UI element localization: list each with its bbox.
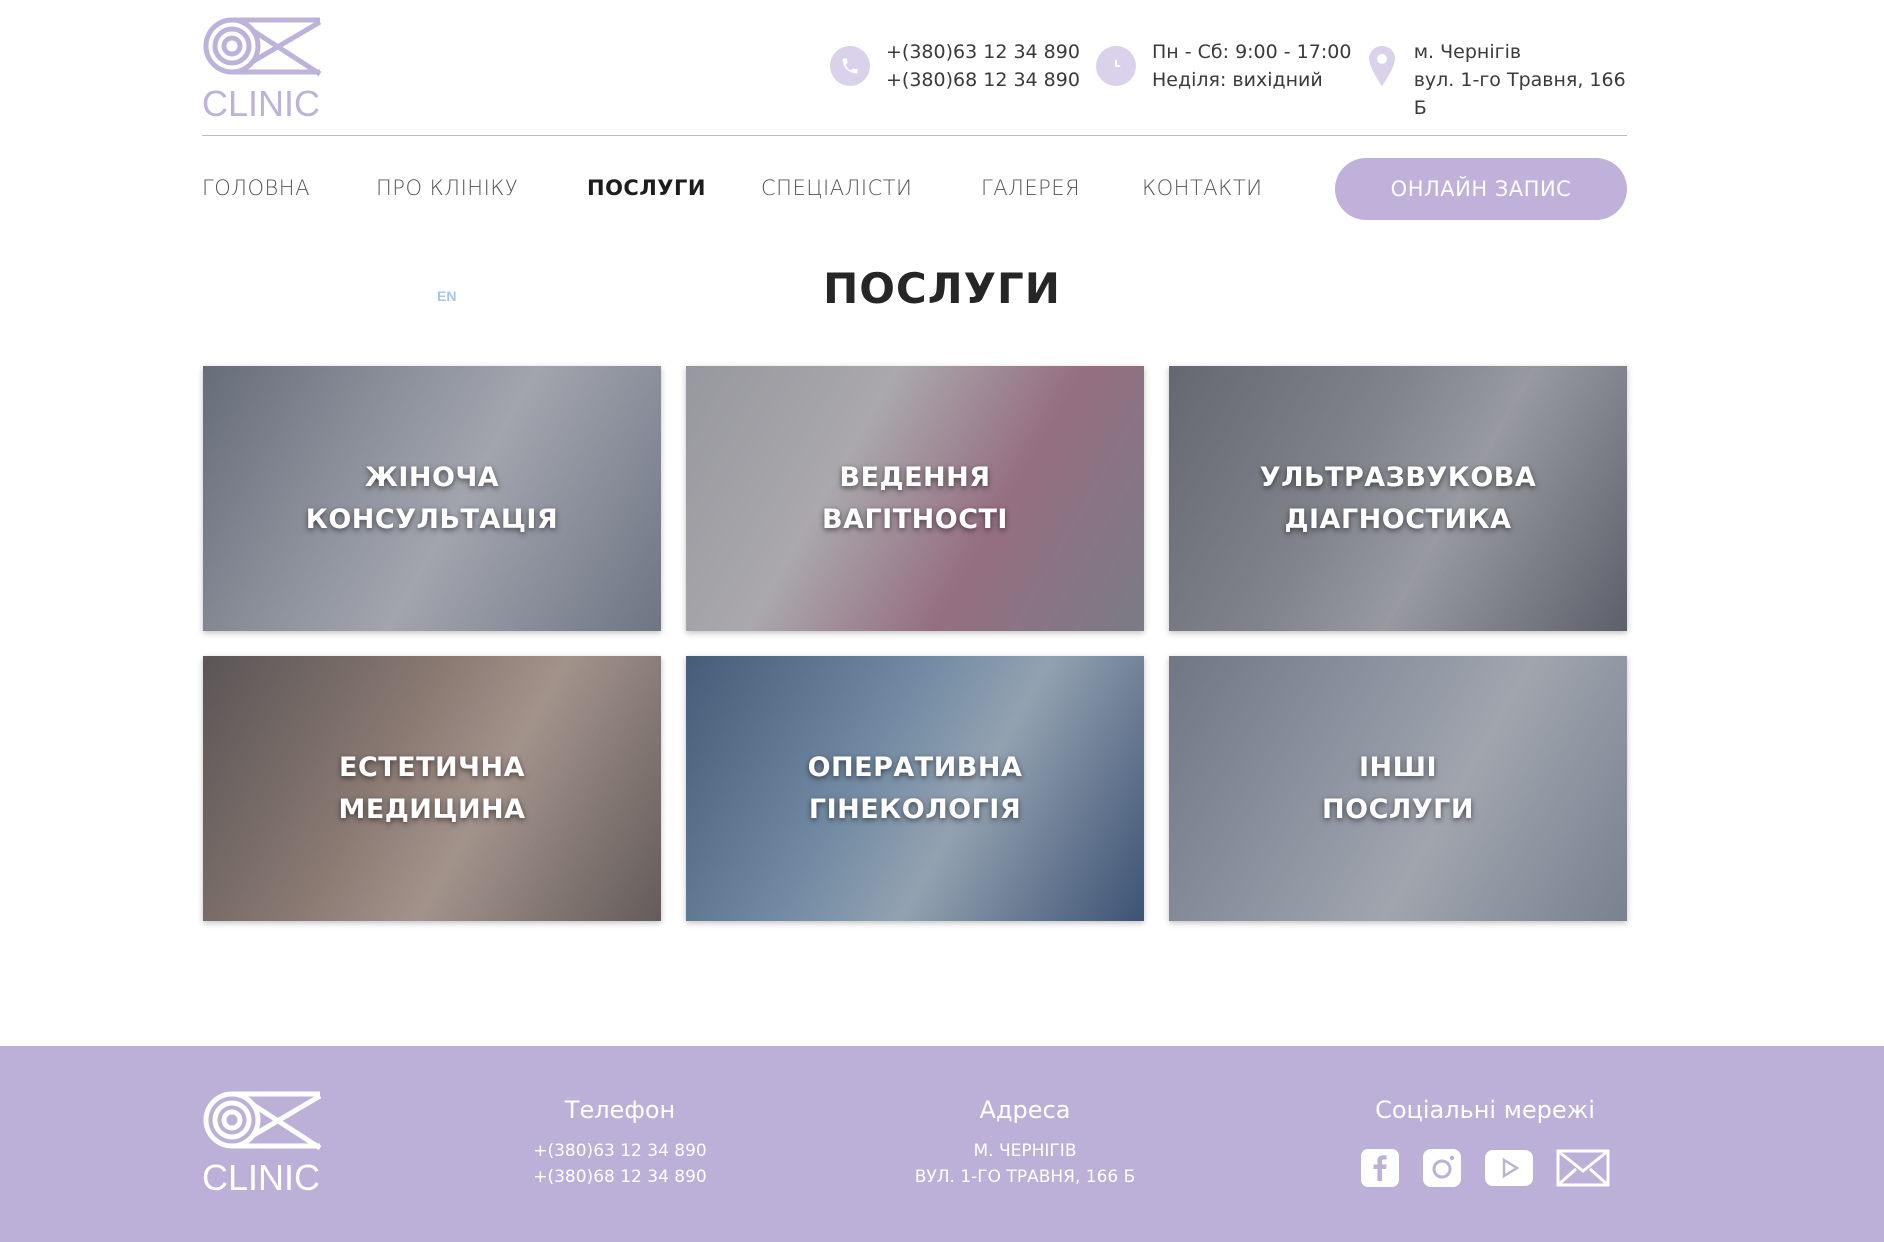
footer-address-heading: Адреса	[979, 1096, 1071, 1124]
footer-phone-2[interactable]: +(380)68 12 34 890	[520, 1164, 720, 1190]
header-city: м. Чернігів	[1413, 41, 1522, 63]
service-card-pregnancy[interactable]: ВЕДЕННЯ ВАГІТНОСТІ	[686, 366, 1144, 631]
footer-address: Адреса м. Чернігів вул. 1-го Травня, 166…	[900, 1096, 1150, 1190]
nav-item-home[interactable]: ГОЛОВНА	[202, 176, 310, 200]
header-phone-1[interactable]: +(380)63 12 34 890	[886, 38, 1080, 66]
footer-phone-heading: Телефон	[564, 1096, 676, 1124]
header-hours: Пн - Сб: 9:00 - 17:00 Неділя: вихідний	[1096, 38, 1351, 94]
service-label: ІНШІ ПОСЛУГИ	[1322, 751, 1474, 825]
footer-city: м. Чернігів	[973, 1141, 1077, 1161]
logo-text: CLINIC	[202, 83, 320, 122]
service-label: ВЕДЕННЯ ВАГІТНОСТІ	[822, 461, 1008, 535]
header-phone[interactable]: +(380)63 12 34 890 +(380)68 12 34 890	[830, 38, 1080, 94]
phone-icon	[830, 46, 870, 86]
service-label: ЖІНОЧА КОНСУЛЬТАЦІЯ	[305, 461, 559, 535]
mail-icon[interactable]	[1556, 1149, 1610, 1187]
header-phone-2[interactable]: +(380)68 12 34 890	[886, 66, 1080, 94]
youtube-icon[interactable]	[1484, 1149, 1534, 1187]
main-nav: ГОЛОВНА ПРО КЛІНІКУ ПОСЛУГИ СПЕЦІАЛІСТИ …	[202, 158, 1627, 222]
clock-icon	[1096, 46, 1136, 86]
footer-logo[interactable]: CLINIC	[202, 1086, 324, 1201]
footer-phone: Телефон +(380)63 12 34 890 +(380)68 12 3…	[520, 1096, 720, 1190]
header-street: вул. 1-го Травня, 166 Б	[1413, 69, 1626, 119]
nav-item-contacts[interactable]: КОНТАКТИ	[1142, 176, 1263, 200]
logo-icon: CLINIC	[202, 1091, 322, 1198]
facebook-icon[interactable]	[1360, 1148, 1400, 1188]
service-label: ОПЕРАТИВНА ГІНЕКОЛОГІЯ	[807, 751, 1023, 825]
service-card-aesthetic-medicine[interactable]: ЕСТЕТИЧНА МЕДИЦИНА	[203, 656, 661, 921]
map-pin-icon	[1368, 46, 1396, 86]
footer-socials: Соціальні мережі	[1360, 1096, 1610, 1188]
service-card-womens-consultation[interactable]: ЖІНОЧА КОНСУЛЬТАЦІЯ	[203, 366, 661, 631]
logo-text: CLINIC	[202, 1157, 320, 1196]
service-label: УЛЬТРАЗВУКОВА ДІАГНОСТИКА	[1259, 461, 1537, 535]
footer-phone-1[interactable]: +(380)63 12 34 890	[520, 1138, 720, 1164]
nav-item-gallery[interactable]: ГАЛЕРЕЯ	[981, 176, 1080, 200]
footer-social-heading: Соціальні мережі	[1375, 1096, 1595, 1124]
instagram-icon[interactable]	[1422, 1148, 1462, 1188]
nav-item-about[interactable]: ПРО КЛІНІКУ	[376, 176, 518, 200]
site-header: CLINIC +(380)63 12 34 890 +(380)68 12 34…	[202, 0, 1627, 136]
site-footer: CLINIC Телефон +(380)63 12 34 890 +(380)…	[0, 1046, 1884, 1242]
logo-icon: CLINIC	[202, 17, 322, 122]
service-label: ЕСТЕТИЧНА МЕДИЦИНА	[338, 751, 526, 825]
header-hours-sunday: Неділя: вихідний	[1152, 69, 1323, 91]
service-card-operative-gynecology[interactable]: ОПЕРАТИВНА ГІНЕКОЛОГІЯ	[686, 656, 1144, 921]
service-card-ultrasound[interactable]: УЛЬТРАЗВУКОВА ДІАГНОСТИКА	[1169, 366, 1627, 631]
footer-street: вул. 1-го Травня, 166 Б	[914, 1167, 1136, 1187]
nav-item-services[interactable]: ПОСЛУГИ	[587, 176, 706, 200]
service-card-other-services[interactable]: ІНШІ ПОСЛУГИ	[1169, 656, 1627, 921]
clinic-logo[interactable]: CLINIC	[202, 12, 324, 122]
online-booking-button[interactable]: ОНЛАЙН ЗАПИС	[1335, 158, 1627, 220]
header-hours-weekdays: Пн - Сб: 9:00 - 17:00	[1152, 41, 1352, 63]
nav-item-specialists[interactable]: СПЕЦІАЛІСТИ	[761, 176, 912, 200]
header-address: м. Чернігів вул. 1-го Травня, 166 Б	[1368, 38, 1627, 122]
page-title: ПОСЛУГИ	[823, 264, 1061, 313]
